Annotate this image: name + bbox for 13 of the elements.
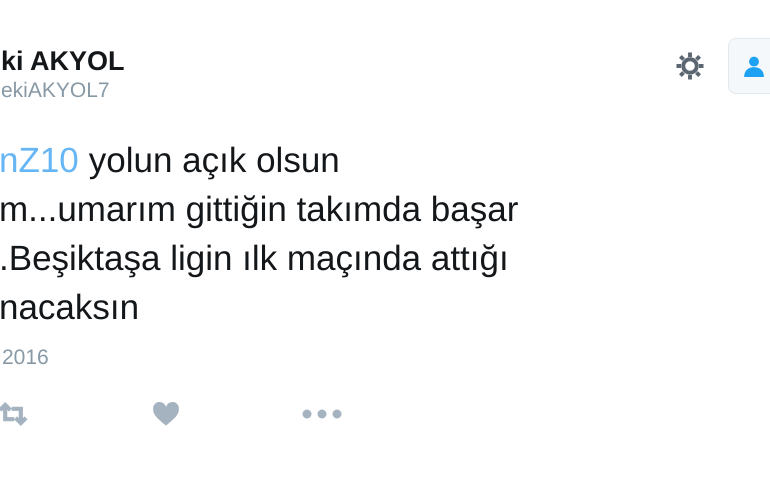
tweet-text-line: yolun açık olsun — [88, 140, 340, 182]
person-icon — [743, 55, 765, 77]
retweet-icon[interactable] — [0, 401, 30, 427]
heart-icon[interactable] — [152, 401, 180, 427]
mention-link[interactable]: nZ10 — [0, 136, 79, 185]
follow-button[interactable] — [728, 38, 770, 94]
tweet-text-line: m...umarım gittiğin takımda başar — [0, 189, 518, 231]
author-name[interactable]: ki AKYOL — [1, 44, 125, 78]
author-handle[interactable]: ekiAKYOL7 — [1, 78, 125, 104]
tweet-text-line: nacaksın — [0, 287, 140, 329]
tweet-date[interactable]: 2016 — [2, 346, 49, 369]
more-icon[interactable] — [302, 409, 342, 419]
tweet-text-line: .Beşiktaşa ligin ılk maçında attığı — [0, 238, 509, 280]
